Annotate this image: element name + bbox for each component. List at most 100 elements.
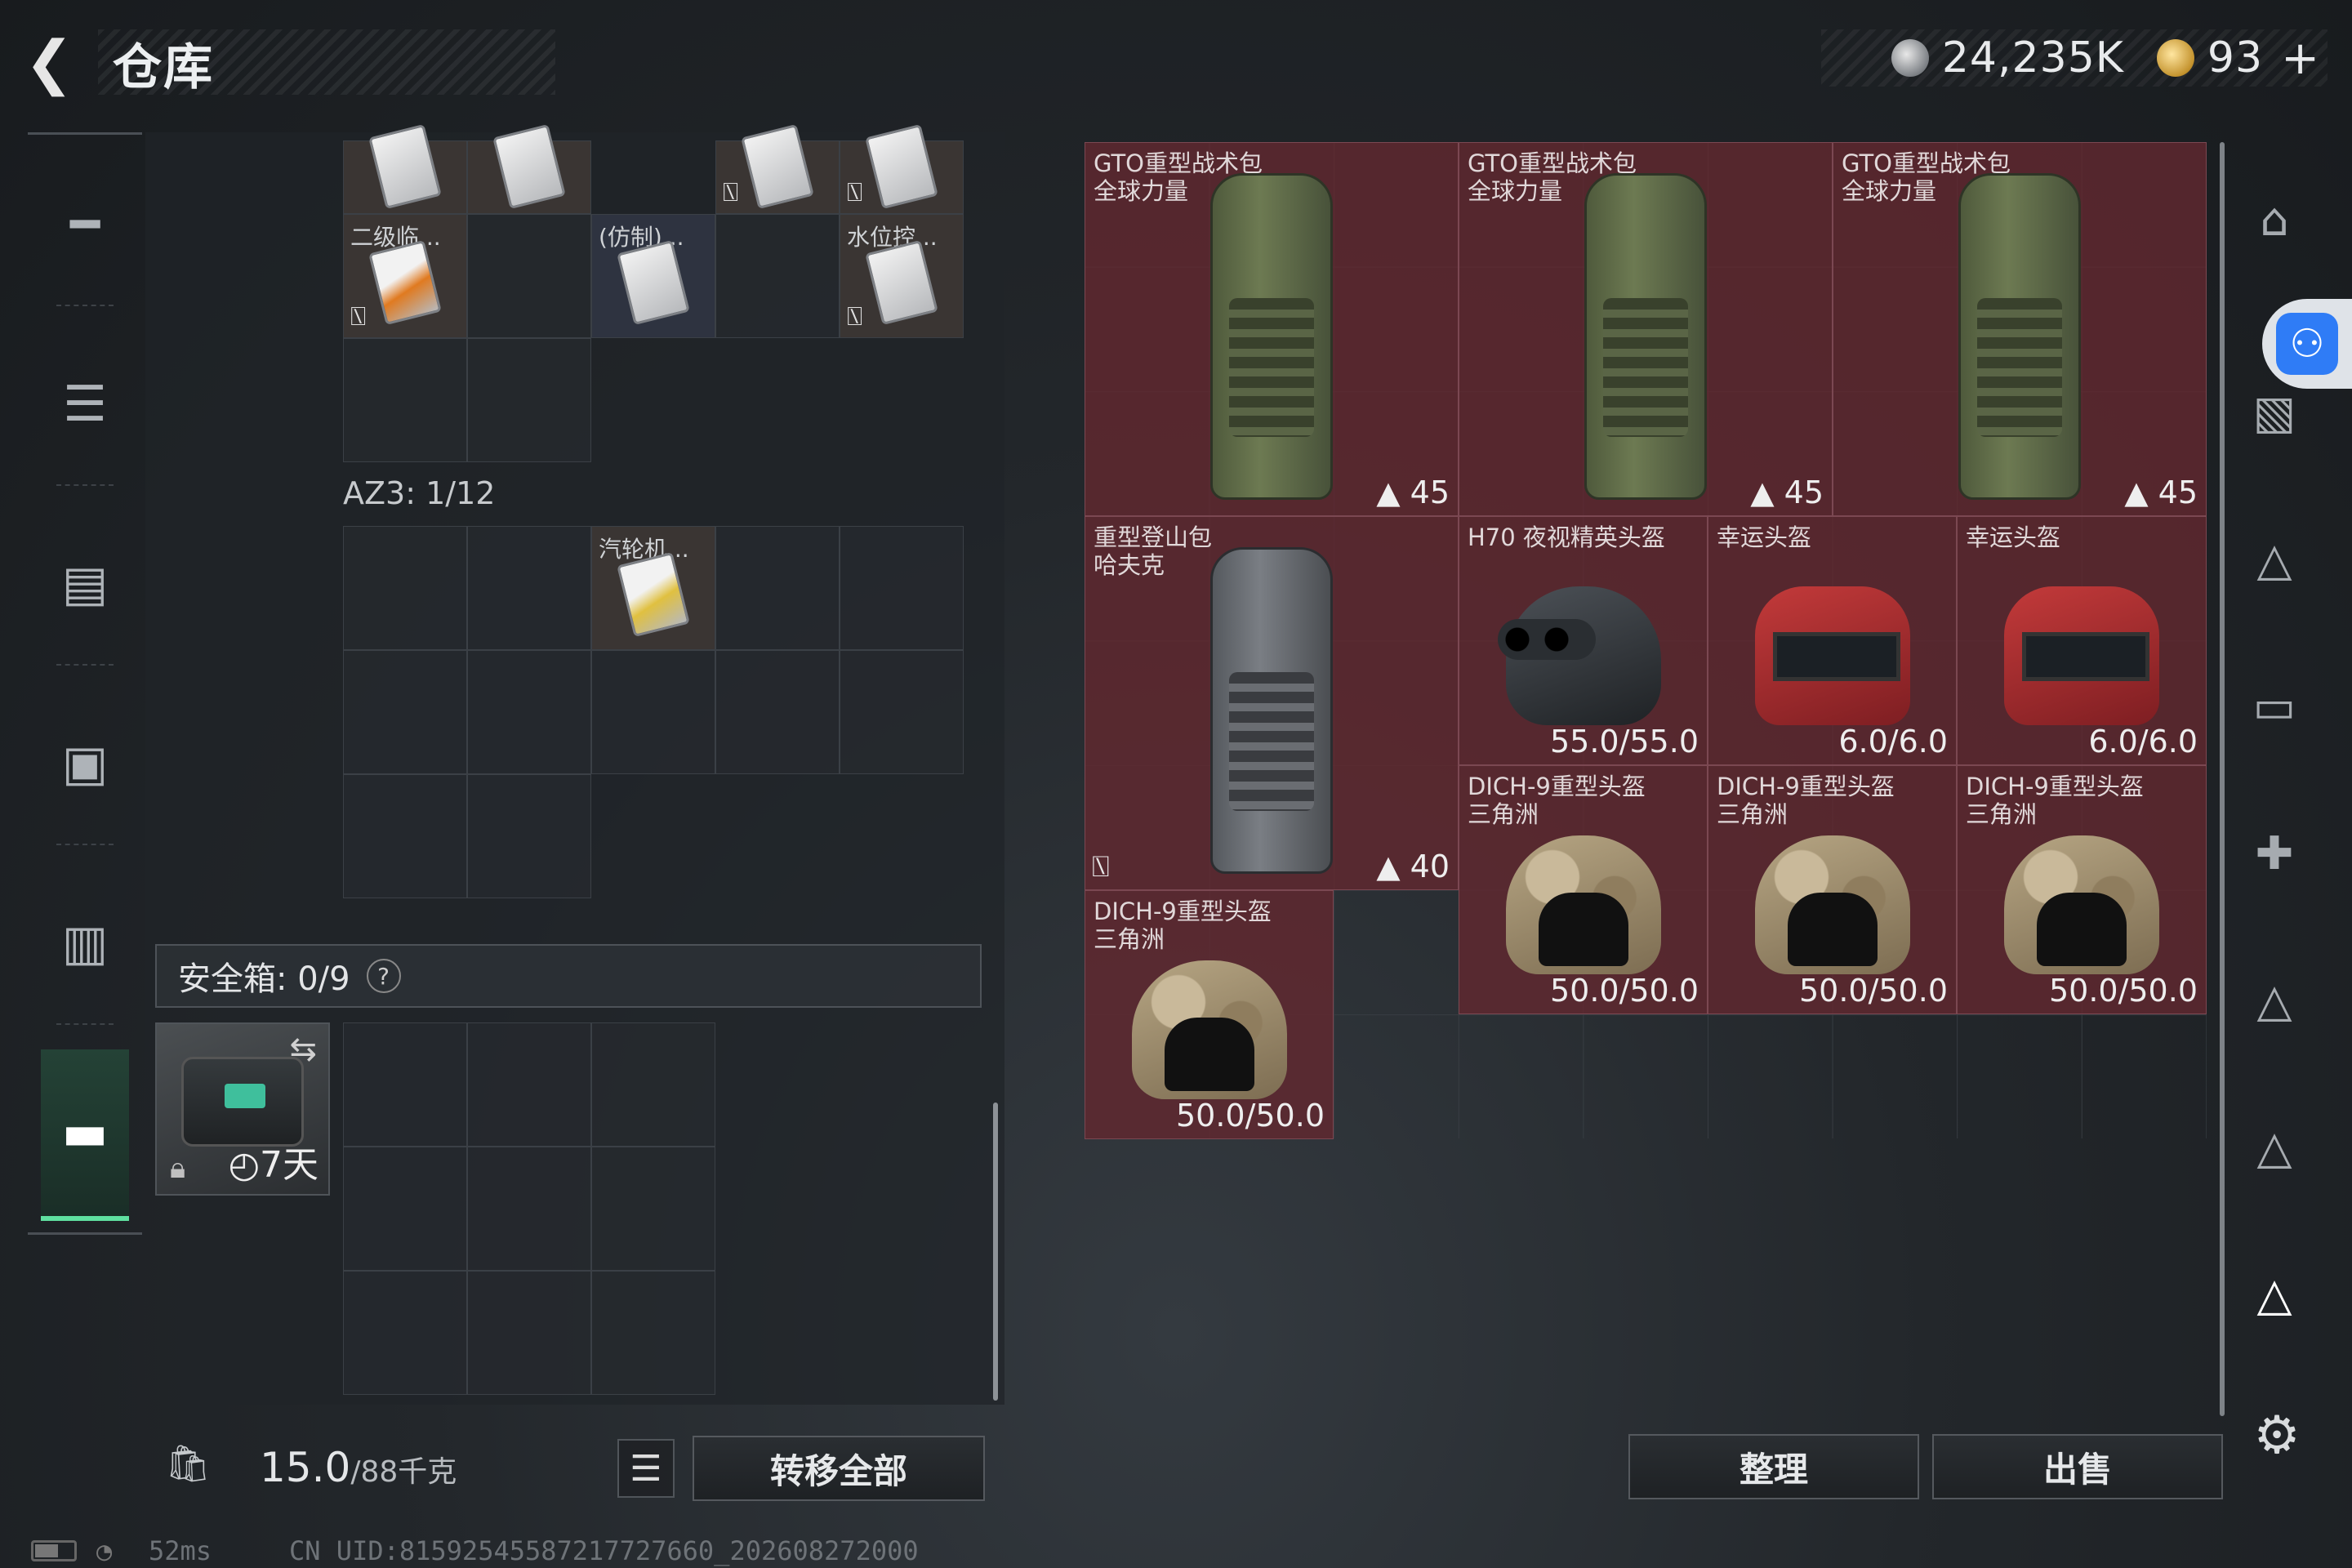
uid-readout: CN UID:815925455872177276​60_20260827200… bbox=[289, 1535, 919, 1566]
backpack-image bbox=[1958, 173, 2081, 501]
weight-unit: /88千克 bbox=[350, 1455, 457, 1489]
grid-cell[interactable] bbox=[343, 526, 467, 650]
no-carry-icon: ⍂ bbox=[847, 176, 863, 207]
top-bar: ❮ 仓库 24,235K 93 + bbox=[0, 0, 2352, 122]
safe-box-grid bbox=[343, 1022, 715, 1395]
storage-icon[interactable]: ⌂ bbox=[2238, 183, 2311, 256]
inventory-item[interactable] bbox=[343, 123, 467, 214]
grid-cell[interactable] bbox=[840, 526, 964, 650]
add-currency-button[interactable]: + bbox=[2281, 32, 2319, 85]
item-name: DICH-9重型头盔 三角洲 bbox=[1094, 898, 1272, 953]
backpack-icon[interactable]: ▤ bbox=[28, 502, 142, 666]
grid-cell[interactable] bbox=[343, 1271, 467, 1395]
warehouse-item[interactable]: GTO重型战术包 全球力量 ▲ 45 bbox=[1085, 142, 1459, 516]
warehouse-item[interactable]: 幸运头盔 6.0/6.0 bbox=[1708, 516, 1957, 765]
grid-cell[interactable] bbox=[343, 650, 467, 774]
grid-cell[interactable] bbox=[343, 1022, 467, 1147]
item-capacity: ▲ 45 bbox=[1376, 474, 1450, 510]
box-tier-icon[interactable]: △ bbox=[2238, 1111, 2311, 1184]
warehouse-item[interactable]: 重型登山包 哈夫克 ⍂ ▲ 40 bbox=[1085, 516, 1459, 890]
inventory-item[interactable]: (仿制)... bbox=[591, 214, 715, 338]
capacity-value: 45 bbox=[1784, 474, 1824, 510]
accessibility-icon: ⚇ bbox=[2276, 313, 2338, 375]
backpack-image bbox=[1210, 173, 1333, 501]
item-durability: 6.0/6.0 bbox=[1838, 724, 1948, 760]
warehouse-item[interactable]: 幸运头盔 6.0/6.0 bbox=[1957, 516, 2207, 765]
helmet-image bbox=[1505, 835, 1661, 974]
safe-case-item[interactable]: ⇆ 🔒︎ ◴7天 bbox=[155, 1022, 330, 1196]
warehouse-item[interactable]: DICH-9重型头盔 三角洲 50.0/50.0 bbox=[1708, 765, 1957, 1014]
medical-box-icon[interactable]: ✚ bbox=[2238, 817, 2311, 890]
back-arrow-icon[interactable]: ❮ bbox=[24, 29, 82, 95]
rig-icon[interactable]: ▥ bbox=[28, 862, 142, 1025]
item-capacity: ▲ 45 bbox=[2124, 474, 2198, 510]
box-tier-active-icon[interactable]: △ bbox=[2238, 1258, 2311, 1331]
gold-coin-icon bbox=[2156, 39, 2194, 77]
inventory-item[interactable]: 二级临... ⍂ bbox=[343, 214, 467, 338]
warehouse-screen: ❮ 仓库 24,235K 93 + ━ ☰ ▤ ▣ ▥ ▬ ⍂ ⍂ 二级临...… bbox=[0, 0, 2352, 1568]
item-name: DICH-9重型头盔 三角洲 bbox=[1717, 773, 1895, 828]
az3-label: AZ3: 1/12 bbox=[343, 475, 496, 511]
list-icon[interactable]: ☰ bbox=[617, 1439, 675, 1498]
grid-cell[interactable] bbox=[467, 214, 591, 338]
box-tier-icon[interactable]: △ bbox=[2238, 523, 2311, 596]
vest-icon[interactable]: ☰ bbox=[28, 323, 142, 486]
warehouse-item[interactable]: DICH-9重型头盔 三角洲 50.0/50.0 bbox=[1085, 890, 1334, 1139]
grid-cell[interactable] bbox=[840, 650, 964, 774]
swap-icon[interactable]: ⇆ bbox=[289, 1031, 317, 1068]
warehouse-item[interactable]: H70 夜视精英头盔 55.0/55.0 bbox=[1459, 516, 1708, 765]
grid-cell[interactable] bbox=[715, 214, 840, 338]
weight-kg-icon: 🛍︎ bbox=[165, 1443, 211, 1485]
grid-cell[interactable] bbox=[467, 774, 591, 898]
grid-cell[interactable] bbox=[467, 526, 591, 650]
inventory-item[interactable]: 水位控... ⍂ bbox=[840, 214, 964, 338]
sort-button[interactable]: 整理 bbox=[1628, 1434, 1919, 1499]
accessibility-button[interactable]: ⚇ bbox=[2262, 299, 2352, 389]
grid-cell[interactable] bbox=[467, 1147, 591, 1271]
warehouse-item[interactable]: GTO重型战术包 全球力量 ▲ 45 bbox=[1833, 142, 2207, 516]
grid-cell[interactable] bbox=[591, 1022, 715, 1147]
item-capacity: ▲ 40 bbox=[1376, 849, 1450, 884]
grid-cell[interactable] bbox=[591, 1271, 715, 1395]
duration-text: 7天 bbox=[260, 1144, 318, 1186]
grid-cell[interactable] bbox=[467, 1022, 591, 1147]
grid-cell[interactable] bbox=[591, 1147, 715, 1271]
inventory-item[interactable]: 汽轮机... bbox=[591, 526, 715, 650]
lock-icon: 🔒︎ bbox=[170, 1152, 186, 1185]
grid-cell[interactable] bbox=[715, 650, 840, 774]
gear-icon[interactable]: ⚙ bbox=[2247, 1406, 2306, 1465]
item-name: GTO重型战术包 全球力量 bbox=[1094, 149, 1263, 205]
warehouse-item[interactable]: GTO重型战术包 全球力量 ▲ 45 bbox=[1459, 142, 1833, 516]
no-carry-icon: ⍂ bbox=[350, 301, 367, 332]
inventory-item[interactable]: ⍂ bbox=[840, 123, 964, 214]
item-durability: 55.0/55.0 bbox=[1549, 724, 1699, 760]
grid-cell[interactable] bbox=[343, 1147, 467, 1271]
item-capacity: ▲ 45 bbox=[1750, 474, 1824, 510]
grid-cell[interactable] bbox=[467, 650, 591, 774]
grid-cell[interactable] bbox=[467, 1271, 591, 1395]
item-durability: 50.0/50.0 bbox=[1549, 973, 1699, 1009]
grid-cell[interactable] bbox=[715, 526, 840, 650]
status-bar: ◔ 52ms CN UID:815925455872177276​60_2026… bbox=[0, 1535, 2352, 1568]
grid-cell[interactable] bbox=[343, 774, 467, 898]
sell-button[interactable]: 出售 bbox=[1932, 1434, 2223, 1499]
box-tier-icon[interactable]: △ bbox=[2238, 964, 2311, 1037]
armor-icon[interactable]: ▣ bbox=[28, 682, 142, 845]
help-icon[interactable]: ? bbox=[366, 959, 401, 993]
weapon-box-icon[interactable]: ▭ bbox=[2238, 670, 2311, 743]
warehouse-item[interactable]: DICH-9重型头盔 三角洲 50.0/50.0 bbox=[1459, 765, 1708, 1014]
briefcase-icon[interactable]: ▬ bbox=[41, 1049, 129, 1221]
grid-cell[interactable] bbox=[467, 338, 591, 462]
inventory-scrollbar[interactable] bbox=[993, 1102, 998, 1401]
inventory-item[interactable]: ⍂ bbox=[715, 123, 840, 214]
no-carry-icon: ⍂ bbox=[847, 301, 863, 332]
safe-box-header: 安全箱: 0/9 ? bbox=[155, 944, 982, 1008]
grid-cell[interactable] bbox=[591, 650, 715, 774]
inventory-item[interactable] bbox=[467, 123, 591, 214]
grid-cell[interactable] bbox=[343, 338, 467, 462]
warehouse-scrollbar[interactable] bbox=[2220, 142, 2225, 1416]
helmet-image bbox=[1131, 960, 1287, 1099]
warehouse-item[interactable]: DICH-9重型头盔 三角洲 50.0/50.0 bbox=[1957, 765, 2207, 1014]
pistol-icon[interactable]: ━ bbox=[28, 143, 142, 306]
transfer-all-button[interactable]: 转移全部 bbox=[693, 1436, 985, 1501]
